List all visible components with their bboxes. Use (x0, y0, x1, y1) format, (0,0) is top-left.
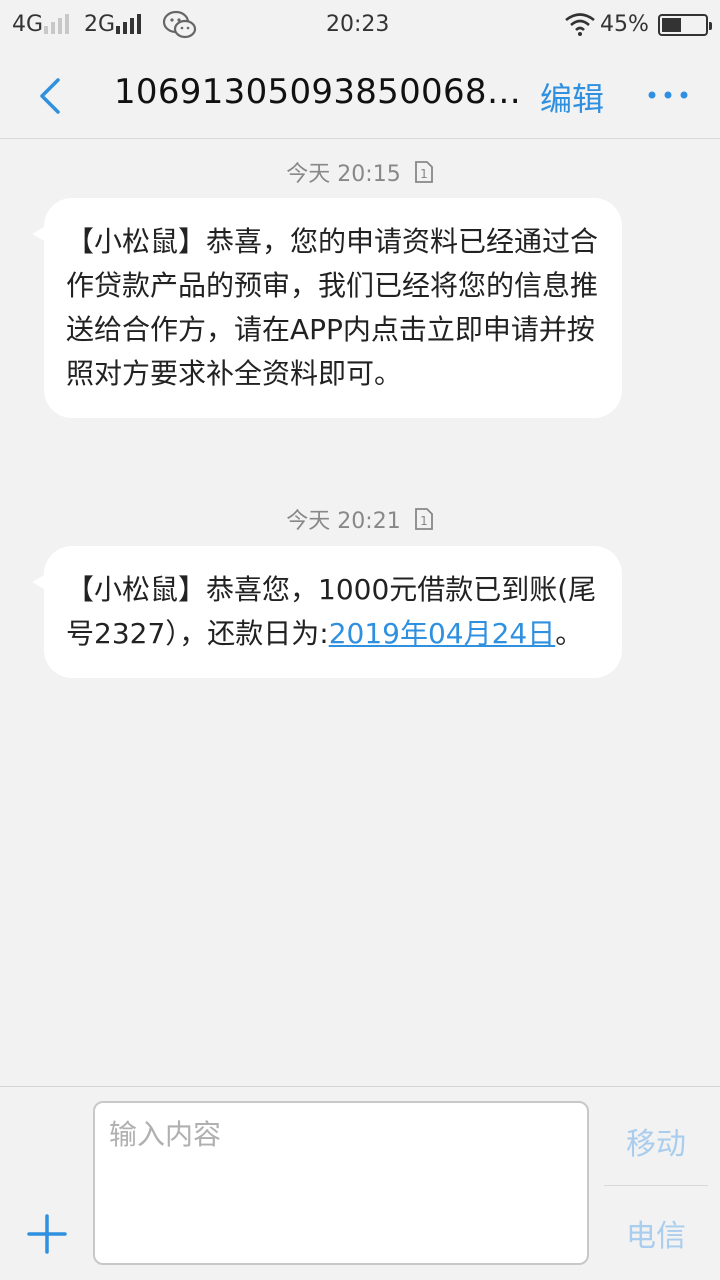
battery-level (662, 18, 681, 32)
sim-card-icon: 1 (414, 508, 433, 530)
date-link[interactable]: 2019年04月24日 (329, 617, 556, 650)
clock: 20:23 (326, 12, 390, 37)
network-type-label-sim2: 2G (84, 12, 116, 37)
sms-conversation-screen: 4G 2G 20:23 45% 1069130509385006880 编辑 今… (0, 0, 720, 1280)
sim-card-icon: 1 (414, 161, 433, 183)
more-dots-icon[interactable] (644, 80, 692, 110)
status-bar: 4G 2G 20:23 45% (0, 0, 720, 52)
timestamp-text: 今天 20:21 (286, 509, 401, 534)
signal-strength-icon-sim1 (44, 14, 69, 34)
send-button-sim2[interactable]: 电信 (604, 1211, 708, 1255)
message-input[interactable] (93, 1101, 589, 1265)
battery-percent: 45% (600, 12, 649, 37)
message-timestamp: 今天 20:15 1 (0, 156, 720, 188)
conversation-header: 1069130509385006880 编辑 (0, 52, 720, 139)
wifi-icon (565, 13, 595, 36)
wechat-icon (162, 10, 197, 39)
message-text-end: 。 (555, 617, 584, 650)
battery-icon (658, 14, 712, 36)
back-arrow-icon[interactable] (28, 72, 76, 120)
plus-icon[interactable] (26, 1213, 68, 1255)
compose-bar: 移动 电信 (0, 1086, 720, 1280)
network-type-label-sim1: 4G (12, 12, 44, 37)
send-divider (604, 1185, 708, 1186)
signal-strength-icon-sim2 (116, 14, 141, 34)
send-button-sim1[interactable]: 移动 (604, 1119, 708, 1163)
contact-number-title: 1069130509385006880 (114, 72, 524, 112)
svg-text:1: 1 (420, 167, 428, 181)
svg-text:1: 1 (420, 514, 428, 528)
message-timestamp: 今天 20:21 1 (0, 503, 720, 535)
message-bubble[interactable]: 【小松鼠】恭喜您，1000元借款已到账(尾号2327），还款日为:2019年04… (32, 546, 622, 678)
message-text: 【小松鼠】恭喜，您的申请资料已经通过合作贷款产品的预审，我们已经将您的信息推送给… (66, 225, 599, 390)
timestamp-text: 今天 20:15 (286, 162, 401, 187)
message-bubble[interactable]: 【小松鼠】恭喜，您的申请资料已经通过合作贷款产品的预审，我们已经将您的信息推送给… (32, 198, 622, 418)
edit-button[interactable]: 编辑 (540, 74, 604, 120)
